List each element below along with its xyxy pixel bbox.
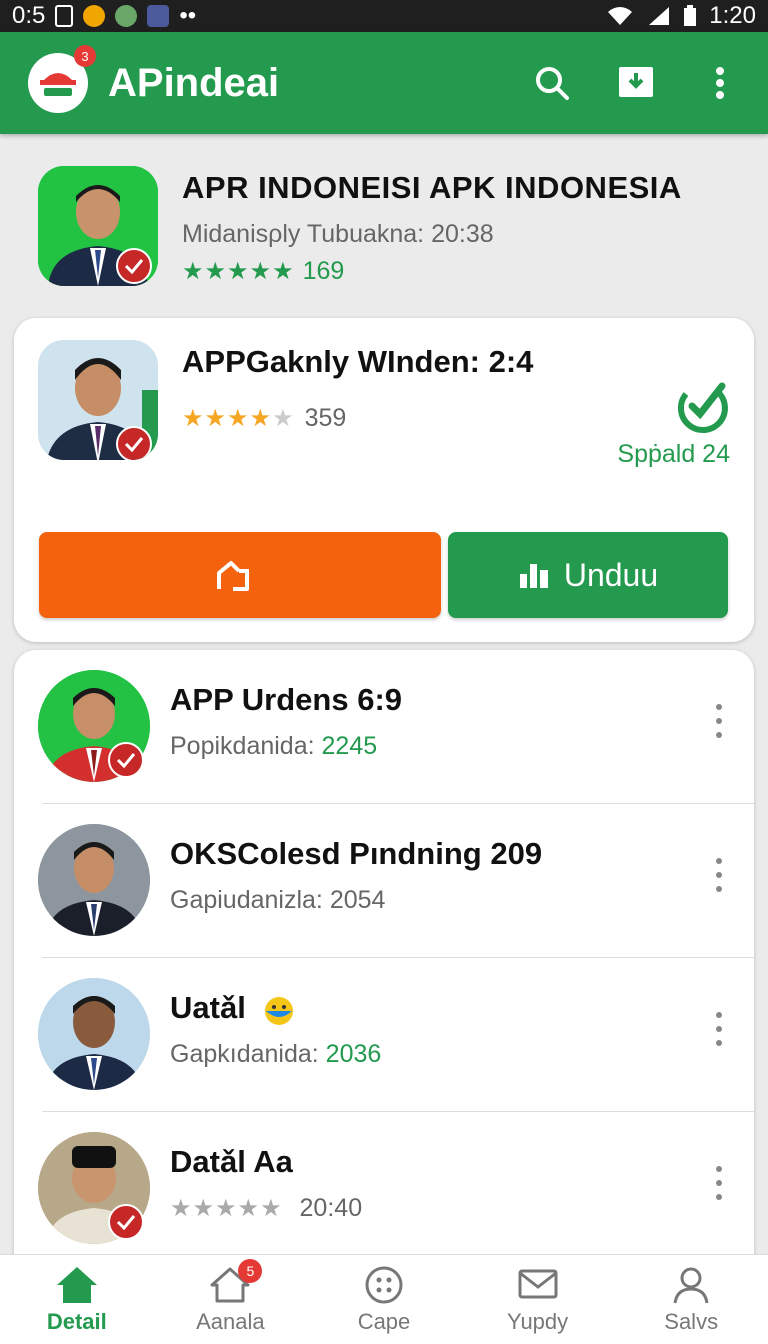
list-item-subtitle: Gapkıdanida: 2036 xyxy=(170,1040,381,1069)
verified-badge-icon xyxy=(116,248,152,284)
list-item-subtitle: ★★★★★ 20:40 xyxy=(170,1194,362,1223)
list-item-subtitle-value: 2245 xyxy=(321,732,378,760)
notification-icon xyxy=(83,5,106,27)
featured-app-card[interactable]: APPGaknly WInden: 2:4 ★★★★★ 359 Spṗald 2… xyxy=(14,318,754,642)
list-item-subtitle-value: 2036 xyxy=(325,1040,382,1068)
more-vert-icon xyxy=(716,67,724,99)
home-icon xyxy=(56,1266,97,1303)
nav-item-cape[interactable]: Cape xyxy=(314,1265,454,1335)
app-icon xyxy=(38,166,158,286)
status-bar: 0:5 •• 1:20 xyxy=(0,0,768,32)
list-item-title-text: Uatǎl xyxy=(170,990,246,1025)
basket-icon xyxy=(40,73,76,96)
list-item-subtitle: Gapiudanizla: 2054 xyxy=(170,886,385,915)
more-vert-icon[interactable] xyxy=(714,858,724,892)
share-icon xyxy=(217,561,249,591)
list-item-subtitle-value: 2054 xyxy=(329,886,386,914)
battery-icon xyxy=(684,5,697,26)
signal-icon xyxy=(649,7,670,25)
check-circle-icon xyxy=(677,382,728,434)
more-vert-icon[interactable] xyxy=(714,1166,724,1200)
list-item-title: Uatǎl xyxy=(170,990,296,1027)
overflow-menu-button[interactable] xyxy=(700,63,740,103)
nav-item-label: Salvs xyxy=(664,1308,719,1334)
nav-item-detail[interactable]: Detail xyxy=(7,1265,147,1335)
status-bar-left: 0:5 •• xyxy=(12,2,196,30)
list-item[interactable]: Uatǎl Gapkıdanida: 2036 xyxy=(14,958,754,1112)
header-app-rating: ★★★★★ 169 xyxy=(182,257,682,286)
list-item-subtitle-label: Popikdanida: xyxy=(170,732,322,760)
list-item[interactable]: APP Urdens 6:9 Popikdanida: 2245 xyxy=(14,650,754,804)
share-button[interactable] xyxy=(39,532,441,618)
list-item[interactable]: OKSColesd Pındning 209 Gapiudanizla: 205… xyxy=(14,804,754,958)
search-button[interactable] xyxy=(532,63,572,103)
list-item-subtitle-value: 20:40 xyxy=(299,1194,363,1222)
nav-item-salvs[interactable]: Salvs xyxy=(621,1265,761,1335)
list-item-avatar xyxy=(38,978,150,1090)
emoji-icon xyxy=(265,996,294,1025)
mail-icon xyxy=(518,1269,558,1298)
nav-item-label: Aanala xyxy=(196,1308,265,1334)
featured-app-status: Spṗald 24 xyxy=(617,378,730,469)
verified-badge-icon xyxy=(108,742,144,778)
status-bar-text: 0:5 xyxy=(12,2,46,29)
rating-stars-empty: ★ xyxy=(272,405,295,432)
app-list: APP Urdens 6:9 Popikdanida: 2245 OKSCole… xyxy=(14,650,754,1310)
rating-count: 169 xyxy=(302,257,345,285)
rating-stars: ★★★★★ xyxy=(170,1195,283,1222)
list-item-subtitle-label: Gapiudanizla: xyxy=(170,886,330,914)
clock: 1:20 xyxy=(709,2,756,29)
nav-item-label: Detail xyxy=(46,1308,107,1334)
nav-item-label: Yupdy xyxy=(506,1308,569,1334)
rating-stars: ★★★★★ xyxy=(182,258,295,285)
bookmark-icon xyxy=(619,67,653,97)
featured-app-icon xyxy=(38,340,158,460)
grid-icon xyxy=(365,1266,403,1303)
list-item-avatar xyxy=(38,824,150,936)
header-app-title: APR INDONEISI APK INDONESIA xyxy=(182,170,682,205)
person-icon xyxy=(673,1267,709,1303)
bar-chart-icon xyxy=(519,564,548,588)
featured-app-title: APPGaknly WInden: 2:4 xyxy=(182,344,534,379)
rating-stars-filled: ★★★★ xyxy=(182,405,273,432)
list-item-subtitle: Popikdanida: 2245 xyxy=(170,732,377,761)
status-label: Spṗald 24 xyxy=(617,440,730,468)
logo-badge: 3 xyxy=(74,45,96,67)
search-icon xyxy=(536,67,569,100)
featured-app-rating: ★★★★★ 359 xyxy=(182,404,346,433)
download-button-label: Unduu xyxy=(563,556,659,593)
bottom-navigation: Detail 5 Aanala Cape Yupdy Salvs xyxy=(0,1254,768,1344)
nav-badge: 5 xyxy=(238,1258,263,1283)
sim-icon xyxy=(55,5,74,27)
more-vert-icon[interactable] xyxy=(714,704,724,738)
verified-badge-icon xyxy=(116,426,152,460)
verified-badge-icon xyxy=(108,1204,144,1240)
list-item[interactable]: Datǎl Aa ★★★★★ 20:40 xyxy=(14,1112,754,1266)
notification-icon xyxy=(147,5,170,27)
list-item-subtitle-label: Gapkıdanida: xyxy=(170,1040,326,1068)
list-item-title: OKSColesd Pındning 209 xyxy=(170,836,543,871)
app-bar: 3 APindeai xyxy=(0,32,768,134)
nav-item-yupdy[interactable]: Yupdy xyxy=(468,1265,608,1335)
header-app[interactable]: APR INDONEISI APK INDONESIA Midanisρly T… xyxy=(38,166,738,288)
notification-icon xyxy=(115,5,138,27)
person-portrait-icon xyxy=(38,824,150,936)
list-item-title: APP Urdens 6:9 xyxy=(170,682,403,717)
nav-item-label: Cape xyxy=(357,1308,411,1334)
nav-item-aanala[interactable]: 5 Aanala xyxy=(160,1258,300,1335)
app-title: APindeai xyxy=(108,60,280,105)
app-logo[interactable]: 3 xyxy=(28,45,96,113)
bookmark-button[interactable] xyxy=(616,63,656,103)
more-vert-icon[interactable] xyxy=(714,1012,724,1046)
header-app-subtitle: Midanisρly Tubuakna: 20:38 xyxy=(182,220,494,248)
person-portrait-icon xyxy=(38,978,150,1090)
rating-count: 359 xyxy=(304,404,347,432)
more-notifications-icon: •• xyxy=(179,2,197,29)
wifi-icon xyxy=(608,7,633,25)
download-button[interactable]: Unduu xyxy=(448,532,728,618)
status-bar-right: 1:20 xyxy=(605,2,756,30)
list-item-title: Datǎl Aa xyxy=(170,1144,293,1179)
